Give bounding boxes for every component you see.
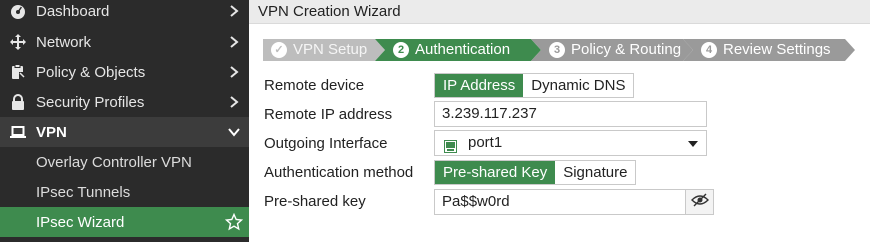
wizard-step-label: Authentication	[415, 41, 511, 58]
sidebar-item-security-profiles[interactable]: Security Profiles	[0, 87, 249, 117]
dashboard-icon	[9, 2, 27, 20]
star-favorite-icon[interactable]	[224, 212, 244, 231]
remote-device-label: Remote device	[264, 77, 365, 94]
step-number-badge: 3	[549, 42, 565, 58]
auth-method-toggle: Pre-shared Key Signature	[434, 160, 637, 185]
remote-ip-label: Remote IP address	[264, 106, 393, 123]
sidebar-subitem-overlay-controller-vpn[interactable]: Overlay Controller VPN	[0, 147, 249, 177]
chevron-down-icon	[227, 124, 241, 140]
dynamic-dns-option[interactable]: Dynamic DNS	[523, 74, 634, 97]
remote-ip-input[interactable]: 3.239.117.237	[434, 101, 707, 127]
wizard-step-label: VPN Setup	[293, 41, 368, 58]
chevron-right-icon	[227, 34, 241, 50]
wizard-step-label: Review Settings	[723, 41, 831, 58]
lock-icon	[9, 93, 27, 111]
outgoing-interface-select[interactable]: port1	[434, 130, 707, 156]
auth-method-label: Authentication method	[264, 164, 414, 181]
check-icon: ✓	[271, 42, 287, 58]
sidebar-subitem-ipsec-tunnels[interactable]: IPsec Tunnels	[0, 177, 249, 207]
pre-shared-key-option[interactable]: Pre-shared Key	[435, 161, 556, 184]
sidebar-item-label: Security Profiles	[36, 93, 145, 111]
sidebar-subitem-label: IPsec Wizard	[36, 213, 125, 231]
wizard-steps: ✓ VPN Setup 2 Authentication 3 Policy & …	[263, 39, 863, 61]
ip-address-option[interactable]: IP Address	[435, 74, 524, 97]
wizard-step-review-settings[interactable]: 4 Review Settings	[683, 39, 855, 61]
chevron-right-icon	[227, 94, 241, 110]
step-number-badge: 2	[393, 42, 409, 58]
page-title: VPN Creation Wizard	[249, 0, 870, 24]
wizard-step-authentication[interactable]: 2 Authentication	[375, 39, 541, 61]
sidebar-item-policy-objects[interactable]: Policy & Objects	[0, 57, 249, 87]
toggle-password-visibility-button[interactable]	[686, 189, 714, 215]
sidebar-subitem-label: Overlay Controller VPN	[36, 153, 192, 171]
laptop-icon	[9, 123, 27, 141]
outgoing-interface-value: port1	[468, 134, 503, 151]
sidebar-item-label: Policy & Objects	[36, 63, 146, 81]
port-icon	[444, 137, 457, 153]
eye-slash-icon	[690, 193, 709, 212]
signature-option[interactable]: Signature	[555, 161, 636, 184]
chevron-right-icon	[227, 64, 241, 80]
network-move-icon	[9, 33, 27, 51]
clipboard-icon	[9, 63, 27, 81]
wizard-step-vpn-setup[interactable]: ✓ VPN Setup	[263, 39, 385, 61]
wizard-step-policy-routing[interactable]: 3 Policy & Routing	[531, 39, 693, 61]
sidebar-item-label: VPN	[36, 123, 67, 141]
psk-label: Pre-shared key	[264, 193, 366, 210]
sidebar-subitem-label: IPsec Tunnels	[36, 183, 131, 201]
chevron-right-icon	[227, 3, 241, 19]
chevron-down-icon	[688, 141, 698, 147]
psk-input[interactable]: Pa$$w0rd	[434, 189, 686, 215]
sidebar-item-label: Dashboard	[36, 2, 110, 20]
sidebar-item-vpn[interactable]: VPN	[0, 117, 249, 147]
sidebar: Dashboard Network Policy & Objects Secur…	[0, 0, 249, 242]
step-number-badge: 4	[701, 42, 717, 58]
sidebar-item-label: Network	[36, 33, 92, 51]
sidebar-subitem-ipsec-wizard[interactable]: IPsec Wizard	[0, 207, 249, 237]
sidebar-item-network[interactable]: Network	[0, 27, 249, 57]
remote-device-toggle: IP Address Dynamic DNS	[434, 73, 635, 98]
sidebar-item-dashboard[interactable]: Dashboard	[0, 0, 249, 26]
outgoing-interface-label: Outgoing Interface	[264, 135, 388, 152]
wizard-step-label: Policy & Routing	[571, 41, 682, 58]
app-window: Dashboard Network Policy & Objects Secur…	[0, 0, 870, 242]
main-panel: VPN Creation Wizard ✓ VPN Setup 2 Authen…	[249, 0, 870, 242]
